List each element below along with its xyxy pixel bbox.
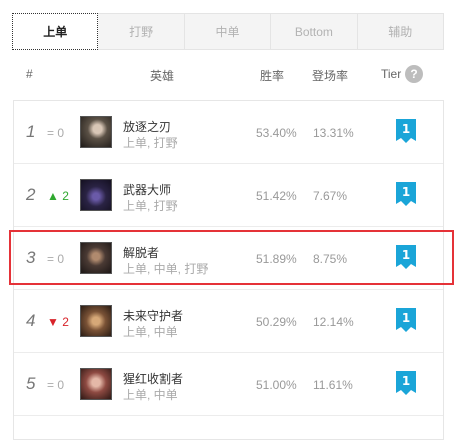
header-rank: # [26, 67, 33, 81]
champion-positions: 上单, 打野 [123, 199, 178, 213]
header-winrate: 胜率 [260, 69, 285, 83]
header-tier: Tier [381, 67, 402, 81]
pick-rate: 13.31% [313, 126, 354, 140]
champion-avatar [80, 305, 112, 337]
champion-name[interactable]: 放逐之刃 [123, 118, 171, 135]
row-highlight-box [9, 230, 454, 285]
pick-rate: 12.14% [313, 315, 354, 329]
tier-badge-icon: 1 [396, 371, 416, 395]
pick-rate: 7.67% [313, 189, 348, 203]
champion-positions: 上单, 中单 [123, 325, 178, 339]
header-champion: 英雄 [150, 69, 175, 83]
rank-trend: = 0 [47, 378, 65, 392]
champion-avatar [80, 116, 112, 148]
champion-name[interactable]: 猩红收割者 [123, 370, 183, 387]
tier-value: 1 [402, 122, 410, 136]
tier-badge-icon: 1 [396, 182, 416, 206]
win-rate: 50.29% [256, 315, 297, 329]
tab-top[interactable]: 上单 [12, 13, 99, 50]
pick-rate: 11.61% [313, 378, 353, 392]
tier-badge-icon: 1 [396, 308, 416, 332]
rank-number: 4 [26, 311, 36, 330]
champion-avatar [80, 368, 112, 400]
rank-number: 1 [26, 122, 36, 141]
tab-support[interactable]: 辅助 [357, 13, 444, 50]
tier-value: 1 [402, 374, 410, 388]
win-rate: 51.42% [256, 189, 297, 203]
champion-name[interactable]: 武器大师 [123, 181, 171, 198]
champion-positions: 上单, 打野 [123, 136, 178, 150]
tab-mid[interactable]: 中单 [184, 13, 272, 50]
table-row[interactable]: 4 ▼ 2 未来守护者 上单, 中单 50.29% 12.14% 1 [14, 290, 443, 353]
tier-value: 1 [402, 185, 410, 199]
tab-bottom[interactable]: Bottom [271, 13, 358, 50]
table-row[interactable]: 5 = 0 猩红收割者 上单, 中单 51.00% 11.61% 1 [14, 353, 443, 416]
win-rate: 51.00% [256, 378, 297, 392]
champion-positions: 上单, 中单 [123, 388, 178, 402]
champion-avatar [80, 179, 112, 211]
rank-trend: = 0 [47, 126, 65, 140]
tier-badge-icon: 1 [396, 119, 416, 143]
champion-name[interactable]: 未来守护者 [123, 307, 183, 324]
rank-trend: ▼ 2 [47, 315, 69, 329]
header-pickrate: 登场率 [312, 69, 349, 83]
rank-number: 5 [26, 374, 36, 393]
table-row[interactable]: 2 ▲ 2 武器大师 上单, 打野 51.42% 7.67% 1 [14, 164, 443, 227]
tab-jungle[interactable]: 打野 [98, 13, 185, 50]
win-rate: 53.40% [256, 126, 297, 140]
table-row[interactable]: 1 = 0 放逐之刃 上单, 打野 53.40% 13.31% 1 [14, 101, 443, 164]
tier-value: 1 [402, 311, 410, 325]
help-icon[interactable]: ? [405, 65, 423, 83]
rank-number: 2 [26, 185, 36, 204]
rank-trend: ▲ 2 [47, 189, 69, 203]
position-tabs: 上单 打野 中单 Bottom 辅助 [12, 13, 444, 50]
